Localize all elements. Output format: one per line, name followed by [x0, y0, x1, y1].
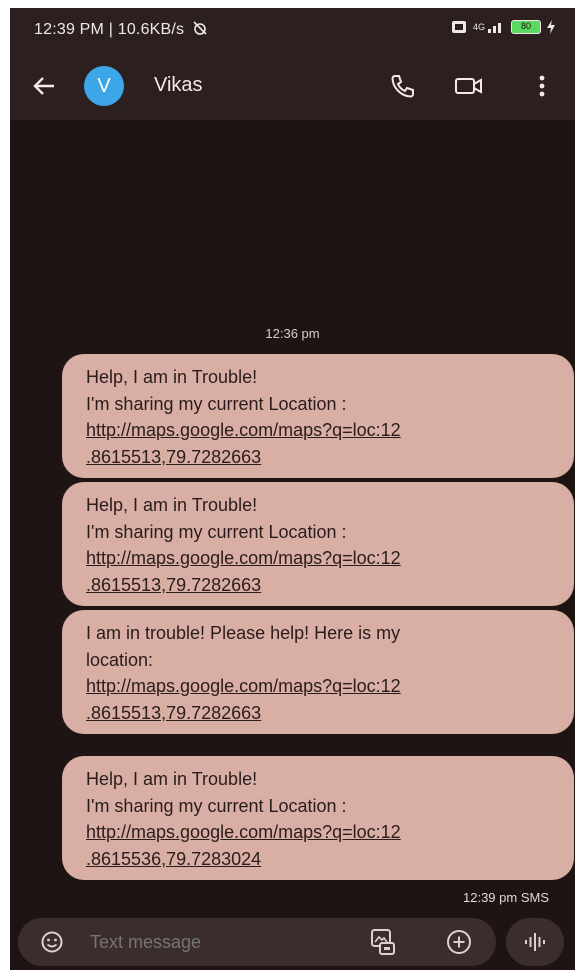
date-timestamp: 12:36 pm: [265, 326, 320, 341]
phone-screen: 12:39 PM | 10.6KB/s 4G 80 V Vikas 12:36 …: [10, 8, 575, 970]
message-link[interactable]: http://maps.google.com/maps?q=loc:12: [86, 819, 550, 846]
status-bar: 12:39 PM | 10.6KB/s 4G 80: [10, 8, 575, 52]
sim-icon: [451, 21, 466, 33]
status-right: 4G 80: [451, 20, 555, 34]
gallery-icon: [371, 929, 395, 955]
message-link[interactable]: .8615536,79.7283024: [86, 846, 550, 873]
call-button[interactable]: [388, 72, 416, 100]
phone-icon: [391, 75, 414, 98]
attach-media-button[interactable]: [370, 928, 396, 956]
message-bubble[interactable]: Help, I am in Trouble! I'm sharing my cu…: [62, 756, 574, 880]
battery-level: 80: [520, 21, 531, 31]
emoji-icon: [41, 931, 63, 953]
charging-icon: [547, 20, 555, 34]
more-options-button[interactable]: [532, 72, 552, 100]
back-button[interactable]: [30, 72, 58, 100]
add-button[interactable]: [446, 929, 472, 955]
network-type-label: 4G: [472, 22, 485, 32]
message-link[interactable]: http://maps.google.com/maps?q=loc:12: [86, 545, 550, 572]
message-line: I am in trouble! Please help! Here is my: [86, 623, 401, 643]
battery-icon: 80: [511, 20, 541, 34]
message-link[interactable]: http://maps.google.com/maps?q=loc:12: [86, 417, 550, 444]
contact-name[interactable]: Vikas: [154, 74, 203, 97]
voice-message-button[interactable]: [506, 918, 564, 966]
voice-icon: [525, 933, 545, 951]
message-composer: [18, 918, 496, 966]
message-line: I'm sharing my current Location :: [86, 393, 347, 414]
message-line: I'm sharing my current Location :: [86, 521, 347, 542]
message-bubble[interactable]: Help, I am in Trouble! I'm sharing my cu…: [62, 354, 574, 478]
message-line: Help, I am in Trouble!: [86, 769, 258, 789]
message-line: Help, I am in Trouble!: [86, 495, 258, 515]
status-time-speed: 12:39 PM | 10.6KB/s: [34, 21, 185, 38]
emoji-button[interactable]: [40, 930, 64, 954]
conversation-thread[interactable]: 12:36 pm Help, I am in Trouble! I'm shar…: [10, 120, 575, 910]
message-line: location:: [86, 649, 154, 670]
add-icon: [447, 930, 471, 954]
signal-icon: [488, 23, 501, 33]
message-line: I'm sharing my current Location :: [86, 795, 347, 816]
message-link[interactable]: http://maps.google.com/maps?q=loc:12: [86, 673, 550, 700]
message-bubble[interactable]: Help, I am in Trouble! I'm sharing my cu…: [62, 482, 574, 606]
more-vertical-icon: [539, 75, 545, 97]
contact-avatar[interactable]: V: [84, 66, 124, 106]
message-link[interactable]: .8615513,79.7282663: [86, 444, 550, 471]
alarm-off-icon: [193, 21, 207, 35]
message-meta: 12:39 pm SMS: [463, 890, 549, 905]
status-left: 12:39 PM | 10.6KB/s: [34, 21, 208, 39]
back-arrow-icon: [33, 77, 54, 95]
message-link[interactable]: .8615513,79.7282663: [86, 700, 550, 727]
video-icon: [455, 78, 482, 94]
message-link[interactable]: .8615513,79.7282663: [86, 572, 550, 599]
message-line: Help, I am in Trouble!: [86, 367, 258, 387]
message-input[interactable]: [90, 932, 350, 953]
video-call-button[interactable]: [454, 72, 484, 100]
message-bubble[interactable]: I am in trouble! Please help! Here is my…: [62, 610, 574, 734]
app-bar: V Vikas: [10, 52, 575, 120]
